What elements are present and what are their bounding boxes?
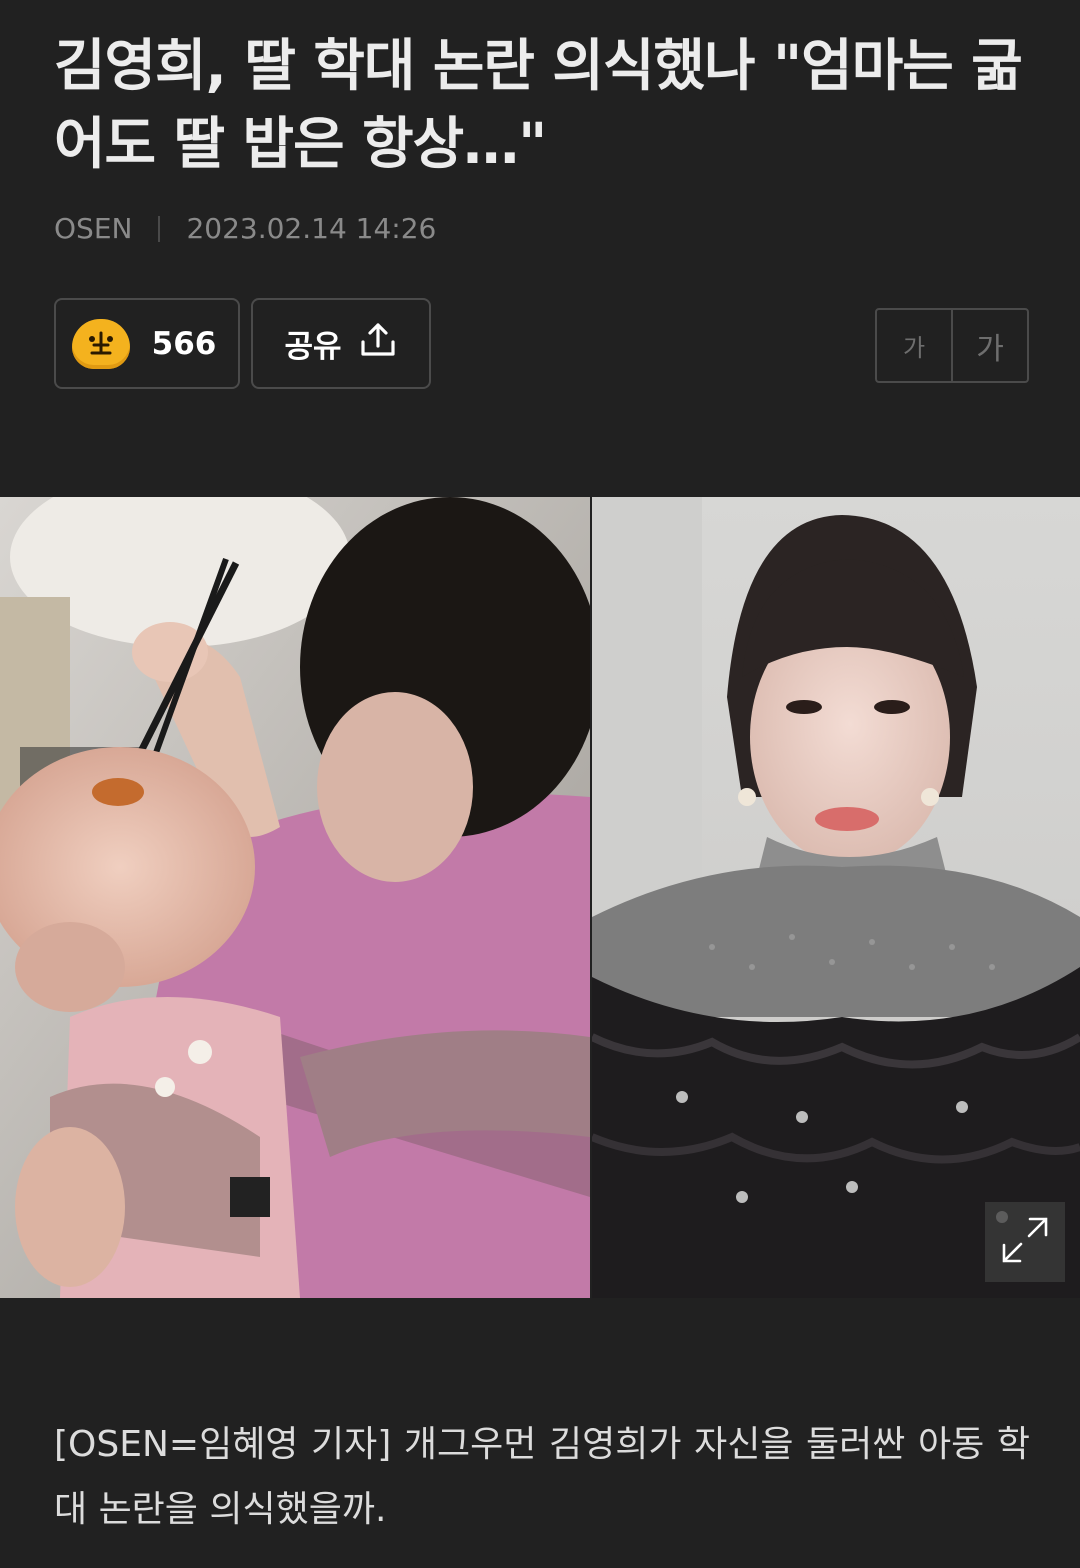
article-body-paragraph: [OSEN=임혜영 기자] 개그우먼 김영희가 자신을 둘러싼 아동 학대 논란… <box>54 1424 1030 1530</box>
article-datetime: 2023.02.14 14:26 <box>186 212 437 245</box>
article-page: 김영희, 딸 학대 논란 의식했나 "엄마는 굶어도 딸 밥은 항상…" OSE… <box>0 0 1080 1568</box>
article-actions: 566 공유 <box>54 298 431 389</box>
photo-woman-portrait[interactable] <box>592 497 1080 1298</box>
font-size-control: 가 가 <box>875 308 1029 383</box>
reaction-count: 566 <box>151 325 217 362</box>
font-size-large-button[interactable]: 가 <box>953 310 1027 381</box>
share-upload-icon <box>358 320 398 368</box>
article-source[interactable]: OSEN <box>54 212 132 245</box>
reaction-emoji-icon <box>71 318 130 369</box>
article-headline: 김영희, 딸 학대 논란 의식했나 "엄마는 굶어도 딸 밥은 항상…" <box>54 34 1023 177</box>
share-button[interactable]: 공유 <box>251 298 431 389</box>
meta-divider <box>158 215 161 242</box>
expand-icon <box>1000 1215 1050 1269</box>
expand-image-button[interactable] <box>985 1202 1065 1282</box>
reaction-button[interactable]: 566 <box>54 298 240 389</box>
photo-mother-feeding-baby[interactable] <box>0 497 590 1298</box>
share-label: 공유 <box>284 329 342 365</box>
article-meta: OSEN 2023.02.14 14:26 <box>54 212 436 245</box>
font-size-small-button[interactable]: 가 <box>877 310 953 381</box>
